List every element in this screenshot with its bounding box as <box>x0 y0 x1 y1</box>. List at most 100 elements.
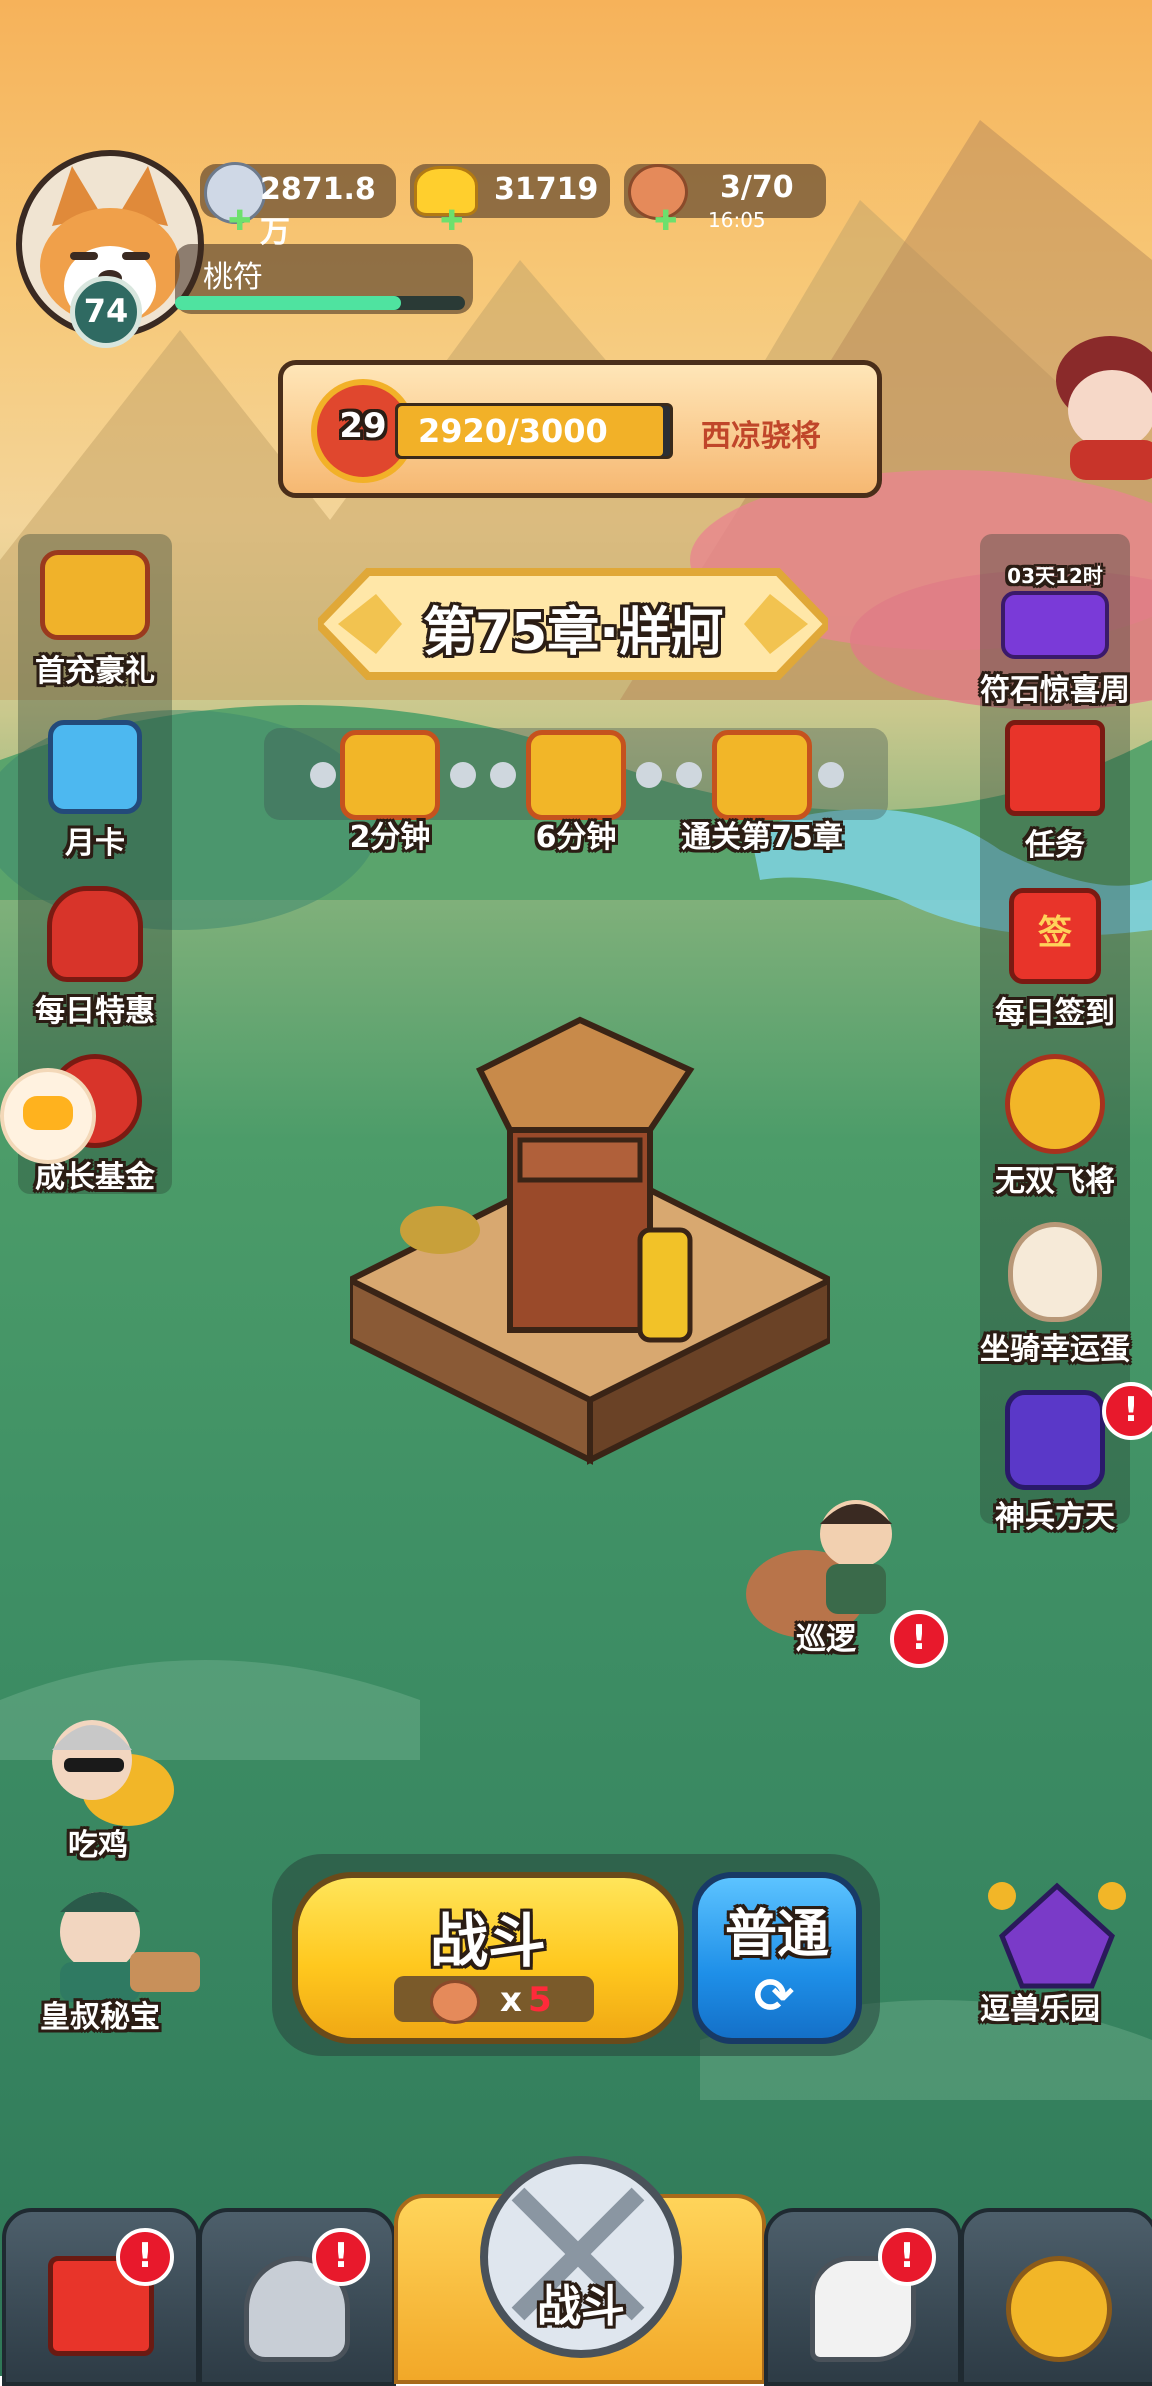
chest-icon <box>712 730 812 820</box>
uncle-treasure-button[interactable]: 皇叔秘宝 <box>20 1872 210 2035</box>
tab-equipment[interactable] <box>198 2208 396 2386</box>
patrol-label: 巡逻 <box>796 1622 856 1657</box>
gold-resource[interactable]: ✚ 31719 <box>410 164 610 237</box>
progress-dot <box>676 762 702 788</box>
beast-park-label: 逗兽乐园 <box>980 1992 1100 2027</box>
scroll-icon <box>1005 720 1105 816</box>
mode-toggle-button[interactable]: 普通 ⟳ <box>692 1872 862 2044</box>
battle-button[interactable]: 战斗 x 5 <box>292 1872 684 2044</box>
battle-cost-pill: x 5 <box>394 1976 594 2024</box>
progress-dot <box>490 762 516 788</box>
month-card-icon <box>48 720 142 814</box>
chest-icon <box>340 730 440 820</box>
rank-level: 29 <box>339 406 387 446</box>
left-menu-label: 首充豪礼 <box>35 654 155 689</box>
rank-panel[interactable]: 29 2920/3000 西凉骁将 <box>278 360 882 498</box>
right-menu-label: 坐骑幸运蛋 <box>980 1332 1130 1367</box>
silver-resource[interactable]: ✚ 2871.8万 <box>200 162 396 250</box>
chest-label-1: 2分钟 <box>349 820 431 855</box>
add-stamina-icon[interactable]: ✚ <box>654 204 677 237</box>
reward-chest-2[interactable] <box>526 730 626 820</box>
chest-label-3: 通关第75章 <box>681 820 843 855</box>
rank-progress-bar: 2920/3000 <box>395 403 673 459</box>
right-menu-label: 符石惊喜周 <box>980 673 1130 708</box>
tab-shop[interactable] <box>2 2208 200 2386</box>
weapon-alert-badge: ! <box>1102 1382 1152 1440</box>
beast-park-icon <box>988 1882 1126 1989</box>
gift-sack-icon <box>47 886 143 982</box>
right-menu-label: 神兵方天 <box>995 1500 1115 1535</box>
heroes-alert-badge: ! <box>878 2228 936 2286</box>
player-name-panel: 桃符 <box>175 244 473 314</box>
chicken-event-button[interactable]: 吃鸡 <box>28 1700 178 1863</box>
exp-bar-track <box>175 296 465 310</box>
character-girl[interactable] <box>1050 330 1152 480</box>
stamina-value: 3/70 <box>720 170 794 205</box>
player-name: 桃符 <box>203 260 263 295</box>
wheel-icon <box>1005 1054 1105 1154</box>
battle-cost-x: x <box>500 1980 522 2020</box>
meat-icon <box>430 1980 480 2024</box>
tab-heroes[interactable] <box>764 2208 962 2386</box>
add-gold-icon[interactable]: ✚ <box>440 204 463 237</box>
tab-battle-label: 战斗 <box>537 2281 625 2332</box>
refresh-icon: ⟳ <box>753 1968 795 2024</box>
uncle-treasure-label: 皇叔秘宝 <box>40 2000 160 2035</box>
chest-icon <box>526 730 626 820</box>
watchtower-icon <box>343 1016 837 1465</box>
gold-value: 31719 <box>494 172 599 207</box>
left-menu-label: 每日特惠 <box>35 994 155 1029</box>
progress-dot <box>310 762 336 788</box>
tab-upgrade[interactable] <box>960 2208 1152 2386</box>
mode-label: 普通 <box>724 1905 829 1965</box>
right-menu-item-rune-week[interactable]: 03天12时 符石惊喜周 <box>965 560 1145 709</box>
chapter-banner: 第75章·牂牁 <box>318 562 828 686</box>
exp-bar-fill <box>175 296 402 310</box>
right-menu-item-tasks[interactable]: 任务 <box>965 720 1145 864</box>
progress-dot <box>450 762 476 788</box>
right-menu-item-wushuang[interactable]: 无双飞将 <box>965 1054 1145 1200</box>
chicken-label: 吃鸡 <box>68 1828 128 1863</box>
girl-character-icon <box>1056 336 1152 480</box>
egg-icon <box>1008 1222 1102 1322</box>
battle-cost-value: 5 <box>528 1980 552 2020</box>
right-menu-label: 任务 <box>1025 828 1085 863</box>
silver-value: 2871.8万 <box>260 172 376 250</box>
player-level: 74 <box>83 292 129 330</box>
player-level-badge: 74 <box>70 276 142 348</box>
progress-dot <box>818 762 844 788</box>
patrol-button[interactable]: 巡逻 <box>736 1484 916 1657</box>
reward-chest-3[interactable] <box>712 730 812 820</box>
right-menu-label: 每日签到 <box>995 996 1115 1031</box>
beast-park-button[interactable]: 逗兽乐园 <box>962 1876 1152 2036</box>
patrol-alert-badge: ! <box>890 1610 948 1668</box>
sign-in-icon: 签 <box>1009 888 1101 984</box>
stamina-resource[interactable]: ✚ 3/70 16:05 <box>624 164 826 237</box>
rune-cards-icon <box>1001 591 1109 659</box>
progress-dot <box>636 762 662 788</box>
fist-upgrade-icon <box>1006 2256 1112 2362</box>
uncle-character-icon <box>60 1892 200 2002</box>
rune-week-timer: 03天12时 <box>1007 564 1103 588</box>
right-menu-label: 无双飞将 <box>995 1164 1115 1199</box>
rank-title: 西凉骁将 <box>701 419 821 454</box>
right-menu-item-mount-egg[interactable]: 坐骑幸运蛋 <box>965 1222 1145 1368</box>
add-silver-icon[interactable]: ✚ <box>228 204 251 237</box>
left-menu-label: 月卡 <box>65 826 125 861</box>
chicken-character-icon <box>52 1720 174 1826</box>
equipment-alert-badge: ! <box>312 2228 370 2286</box>
left-menu-item-first-recharge[interactable]: 首充豪礼 <box>5 550 185 690</box>
left-menu-item-month-card[interactable]: 月卡 <box>5 720 185 862</box>
stamina-timer: 16:05 <box>708 208 766 232</box>
rank-progress-text: 2920/3000 <box>418 412 608 450</box>
left-menu-item-daily-deal[interactable]: 每日特惠 <box>5 886 185 1030</box>
battle-button-label: 战斗 <box>429 1907 546 1975</box>
battle-tab-emblem: 战斗 <box>480 2156 682 2358</box>
floating-game-button[interactable] <box>0 1068 96 1164</box>
tower-building[interactable] <box>343 1010 837 1480</box>
reward-chest-1[interactable] <box>340 730 440 820</box>
chapter-title: 第75章·牂牁 <box>422 603 724 663</box>
gamepad-icon <box>23 1096 73 1130</box>
right-menu-item-sign-in[interactable]: 签 每日签到 <box>965 888 1145 1032</box>
chest-label-2: 6分钟 <box>535 820 617 855</box>
